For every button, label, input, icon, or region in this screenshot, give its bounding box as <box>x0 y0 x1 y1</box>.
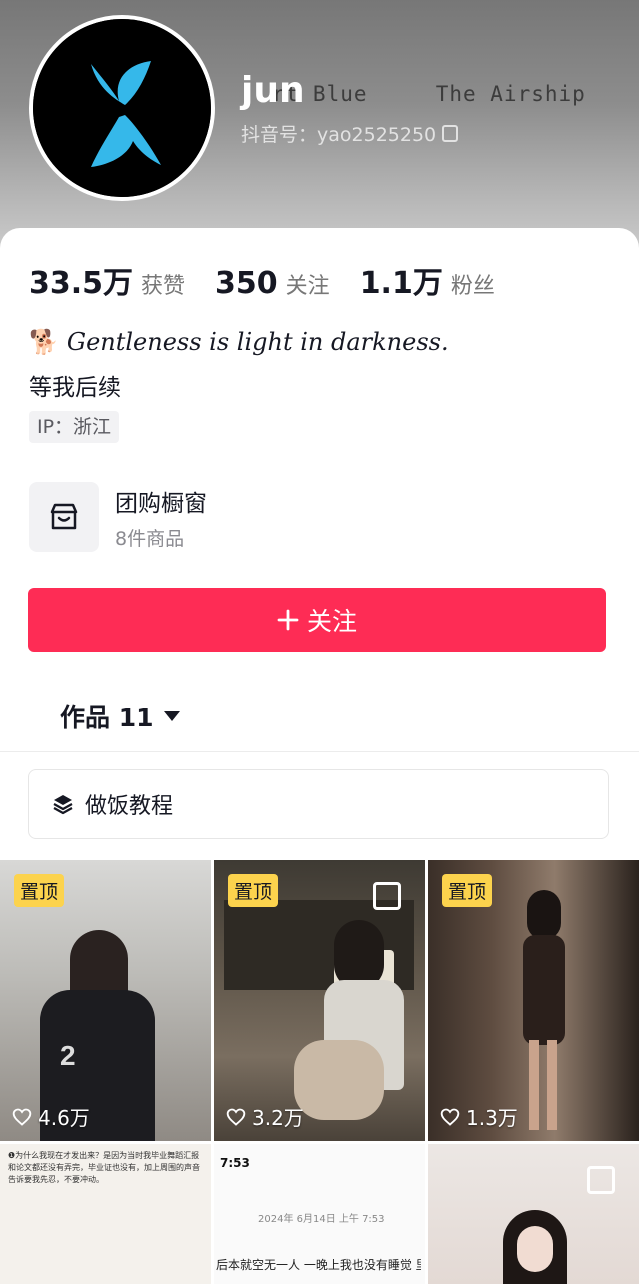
heart-icon <box>12 1108 32 1126</box>
pinned-badge: 置顶 <box>14 874 65 907</box>
shop-title: 团购橱窗 <box>115 490 207 517</box>
works-tab-label: 作品 11 <box>60 703 154 732</box>
video-thumbnail[interactable]: ❶为什么我现在才发出来？是因为当时我毕业舞蹈汇报和论文都还没有弄完，毕业证也没有… <box>0 1144 211 1284</box>
like-count-value: 4.6万 <box>38 1106 90 1130</box>
follow-button-label: 关注 <box>306 608 357 636</box>
like-count: 4.6万 <box>12 1102 90 1131</box>
heart-icon <box>226 1108 246 1126</box>
text-snippet: ❶为什么我现在才发出来？是因为当时我毕业舞蹈汇报和论文都还没有弄完，毕业证也没有… <box>8 1151 200 1184</box>
storefront-icon <box>29 482 99 552</box>
collection-entry[interactable]: 做饭教程 <box>28 769 609 839</box>
stat-value: 33.5万 <box>29 266 134 301</box>
video-thumbnail[interactable]: 置顶 3.2万 <box>214 860 425 1141</box>
person-figure <box>503 1210 567 1284</box>
username: jun <box>241 70 305 111</box>
collection-label: 做饭教程 <box>85 794 174 819</box>
video-grid: 2 置顶 4.6万 置顶 3.2万 置顶 1.3万 ❶为什么我现在才发出来？是因… <box>0 860 639 1284</box>
dog-emoji-icon: 🐕 <box>29 328 59 356</box>
video-thumbnail[interactable]: 2 置顶 4.6万 <box>0 860 211 1141</box>
like-count: 3.2万 <box>226 1102 304 1131</box>
pinned-badge: 置顶 <box>228 874 279 907</box>
stat-label: 关注 <box>285 274 330 299</box>
bio-text: 等我后续 <box>29 375 121 401</box>
heart-icon <box>440 1108 460 1126</box>
phone-status-time: 7:53 <box>220 1156 250 1170</box>
layers-icon <box>53 795 73 815</box>
video-thumbnail[interactable]: 置顶 1.3万 <box>428 860 639 1141</box>
like-count-value: 1.3万 <box>466 1106 518 1130</box>
ip-location-tag: IP：浙江 <box>29 411 120 443</box>
tab-works[interactable]: 作品 11 <box>60 698 180 734</box>
person-figure <box>513 890 583 1130</box>
person-figure <box>294 920 414 1140</box>
bio-quote: Gentleness is light in darkness. <box>66 328 449 356</box>
butterfly-logo-icon <box>33 19 211 197</box>
stat-label: 粉丝 <box>450 274 495 299</box>
like-count-value: 3.2万 <box>252 1106 304 1130</box>
stat-following[interactable]: 350 关注 <box>215 266 330 301</box>
like-count: 1.3万 <box>440 1102 518 1131</box>
shop-window-entry[interactable]: 团购橱窗 8件商品 <box>29 482 207 552</box>
stat-followers[interactable]: 1.1万 粉丝 <box>360 258 495 302</box>
shop-subtitle: 8件商品 <box>115 527 185 550</box>
multi-image-icon <box>587 1166 615 1194</box>
note-date: 2024年 6月14日 上午 7:53 <box>258 1214 385 1225</box>
stats-row: 33.5万 获赞 350 关注 1.1万 粉丝 <box>29 258 495 302</box>
caret-down-icon <box>163 711 180 721</box>
douyin-id-text: 抖音号：yao2525250 <box>241 124 437 146</box>
stat-value: 350 <box>215 266 278 301</box>
follow-button[interactable]: 关注 <box>28 588 606 652</box>
divider <box>0 751 639 752</box>
avatar[interactable] <box>29 15 215 201</box>
video-thumbnail[interactable]: 7:53 2024年 6月14日 上午 7:53 后本就空无一人 一晚上我也没有… <box>214 1144 425 1284</box>
profile-header: rt Blue The Airship jun 抖音号：yao2525250 <box>0 0 639 260</box>
douyin-id: 抖音号：yao2525250 <box>241 120 459 147</box>
multi-image-icon <box>373 882 401 910</box>
plus-icon <box>277 609 299 631</box>
stat-value: 1.1万 <box>359 266 443 301</box>
video-thumbnail[interactable] <box>428 1144 639 1284</box>
stat-label: 获赞 <box>141 274 186 299</box>
copy-icon[interactable] <box>442 125 459 142</box>
stat-likes[interactable]: 33.5万 获赞 <box>29 258 185 302</box>
header-background-text: rt Blue The Airship <box>272 82 586 106</box>
text-snippet: 后本就空无一人 一晚上我也没有睡觉 里面 <box>216 1258 421 1272</box>
profile-card: 33.5万 获赞 350 关注 1.1万 粉丝 🐕 Gentleness is … <box>0 228 639 1284</box>
bio-quote-line: 🐕 Gentleness is light in darkness. <box>29 328 449 356</box>
pinned-badge: 置顶 <box>442 874 493 907</box>
